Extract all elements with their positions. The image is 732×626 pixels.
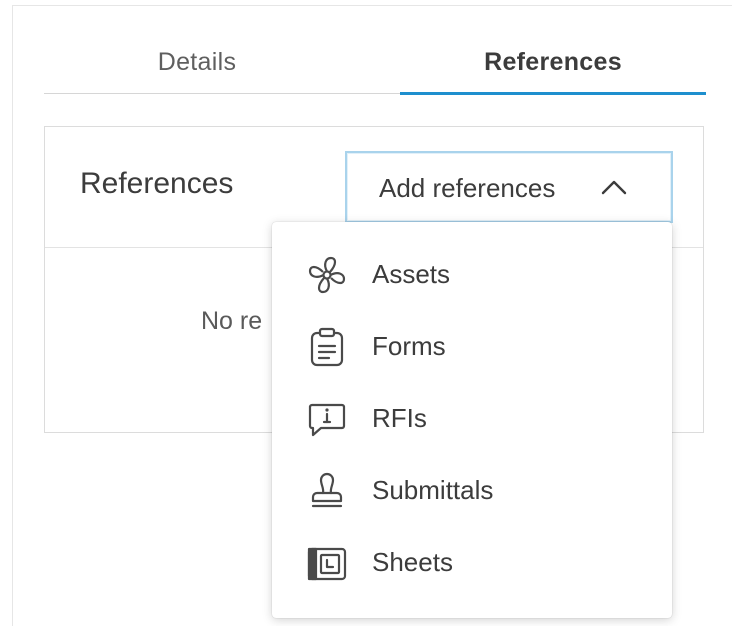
references-section-title: References: [80, 167, 234, 200]
info-speech-bubble-icon: [304, 399, 350, 439]
tab-references-label: References: [484, 47, 622, 76]
tab-bar: Details References: [44, 30, 706, 95]
fan-icon: [304, 255, 350, 295]
menu-item-assets[interactable]: Assets: [272, 239, 672, 311]
menu-item-submittals[interactable]: Submittals: [272, 455, 672, 527]
add-references-label: Add references: [379, 173, 556, 203]
menu-item-forms[interactable]: Forms: [272, 311, 672, 383]
sheet-icon: [304, 543, 350, 583]
menu-item-sheets-label: Sheets: [372, 547, 453, 577]
menu-item-rfis[interactable]: RFIs: [272, 383, 672, 455]
chevron-up-icon: [601, 179, 627, 195]
empty-state-text: No re: [201, 307, 263, 335]
menu-item-assets-label: Assets: [372, 259, 451, 289]
menu-item-forms-label: Forms: [372, 331, 446, 361]
menu-item-sheets[interactable]: Sheets: [272, 527, 672, 599]
add-references-dropdown: Assets Forms RFIs Submittals Sheets: [272, 222, 672, 618]
clipboard-icon: [304, 327, 350, 367]
tab-details-label: Details: [157, 47, 237, 76]
panel-left-border: [12, 5, 13, 626]
panel-top-border: [12, 5, 732, 6]
tab-references[interactable]: References: [400, 30, 706, 95]
active-tab-indicator: [400, 92, 706, 95]
tab-details[interactable]: Details: [44, 30, 350, 94]
menu-item-submittals-label: Submittals: [372, 475, 494, 505]
menu-item-rfis-label: RFIs: [372, 403, 427, 433]
add-references-button[interactable]: Add references: [345, 151, 673, 223]
stamp-icon: [304, 471, 350, 511]
